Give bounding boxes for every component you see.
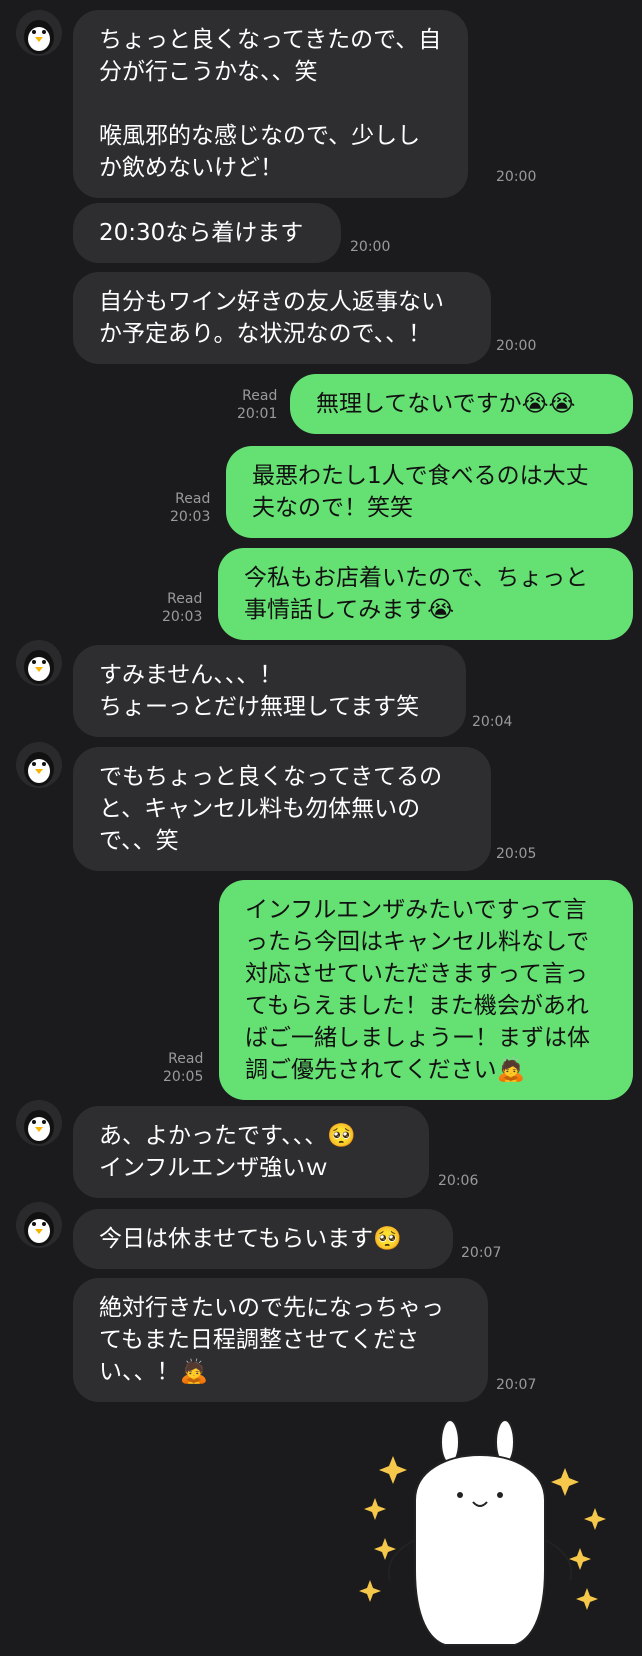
penguin-icon: [16, 742, 62, 788]
message-timestamp: 20:00: [350, 239, 391, 255]
read-label: Read: [175, 491, 211, 507]
message-bubble[interactable]: ちょっと良くなってきたので、自分が行こうかな、、笑 喉風邪的な感じなので、少しし…: [73, 10, 468, 198]
message-timestamp: 20:06: [438, 1173, 479, 1189]
contact-avatar[interactable]: [16, 1100, 62, 1146]
message-bubble[interactable]: 20:30なら着けます: [73, 203, 341, 263]
read-receipt: Read 20:03: [170, 490, 210, 526]
message-bubble[interactable]: 最悪わたし1人で食べるのは大丈夫なので！笑笑: [226, 446, 633, 538]
read-label: Read: [242, 388, 278, 404]
read-receipt: Read 20:05: [163, 1050, 203, 1086]
penguin-icon: [16, 10, 62, 56]
message-bubble[interactable]: 自分もワイン好きの友人返事ないか予定あり。な状況なので、、！: [73, 272, 491, 364]
contact-avatar[interactable]: [16, 640, 62, 686]
bunny-sticker[interactable]: [355, 1420, 615, 1656]
message-bubble[interactable]: 今日は休ませてもらいます🥺: [73, 1209, 453, 1269]
message-timestamp: 20:03: [170, 509, 211, 525]
contact-avatar[interactable]: [16, 1202, 62, 1248]
message-timestamp: 20:07: [496, 1377, 537, 1393]
penguin-icon: [16, 1202, 62, 1248]
contact-avatar[interactable]: [16, 10, 62, 56]
read-label: Read: [167, 591, 203, 607]
message-bubble[interactable]: 無理してないですか😭😭: [290, 374, 633, 434]
read-receipt: Read 20:03: [162, 590, 202, 626]
message-timestamp: 20:05: [496, 846, 537, 862]
message-bubble[interactable]: でもちょっと良くなってきてるのと、キャンセル料も勿体無いので、、笑: [73, 747, 491, 871]
message-bubble[interactable]: すみません、、、！ ちょーっとだけ無理してます笑: [73, 645, 466, 737]
message-bubble[interactable]: あ、よかったです、、、🥺 インフルエンザ強いｗ: [73, 1106, 429, 1198]
message-timestamp: 20:03: [162, 609, 203, 625]
penguin-icon: [16, 1100, 62, 1146]
penguin-icon: [16, 640, 62, 686]
message-timestamp: 20:00: [496, 169, 537, 185]
message-timestamp: 20:04: [472, 714, 513, 730]
message-bubble[interactable]: 今私もお店着いたので、ちょっと事情話してみます😭: [218, 548, 633, 640]
message-bubble[interactable]: インフルエンザみたいですって言ったら今回はキャンセル料なしで対応させていただきま…: [219, 880, 633, 1100]
message-bubble[interactable]: 絶対行きたいので先になっちゃってもまた日程調整させてください、、！🙇: [73, 1278, 488, 1402]
contact-avatar[interactable]: [16, 742, 62, 788]
message-timestamp: 20:00: [496, 338, 537, 354]
message-timestamp: 20:01: [237, 406, 278, 422]
read-label: Read: [168, 1051, 204, 1067]
bunny-figure: [387, 1420, 573, 1646]
message-timestamp: 20:07: [461, 1245, 502, 1261]
message-timestamp: 20:05: [163, 1069, 204, 1085]
read-receipt: Read 20:01: [237, 387, 277, 423]
